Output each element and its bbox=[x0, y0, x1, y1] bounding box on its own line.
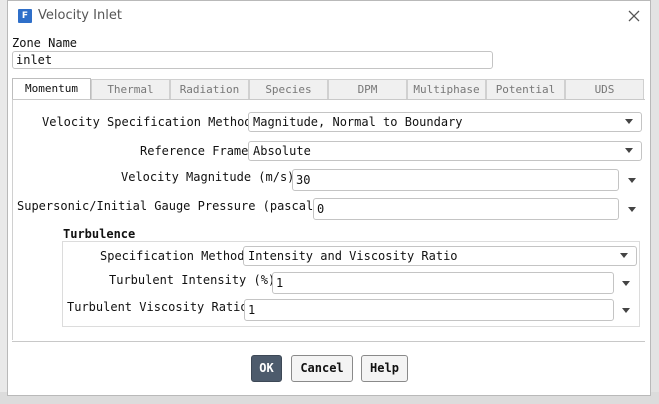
turbulent-intensity-field[interactable]: 1 bbox=[272, 272, 614, 294]
panel-border bbox=[12, 100, 13, 340]
chevron-down-icon[interactable] bbox=[620, 253, 628, 258]
tab-multiphase[interactable]: Multiphase bbox=[407, 79, 486, 99]
tab-momentum[interactable]: Momentum bbox=[12, 78, 91, 100]
chevron-down-icon[interactable] bbox=[628, 178, 636, 183]
cancel-button[interactable]: Cancel bbox=[291, 355, 353, 382]
close-icon[interactable] bbox=[626, 8, 642, 24]
velocity-magnitude-label: Velocity Magnitude (m/s) bbox=[121, 170, 295, 184]
reference-frame-label: Reference Frame bbox=[140, 144, 249, 158]
tab-underline bbox=[12, 99, 645, 100]
chevron-down-icon[interactable] bbox=[622, 281, 630, 286]
zone-name-field[interactable]: inlet bbox=[12, 51, 493, 69]
chevron-down-icon[interactable] bbox=[628, 207, 636, 212]
velocity-inlet-dialog: F Velocity Inlet Zone Name inlet Momentu… bbox=[7, 0, 651, 396]
chevron-down-icon[interactable] bbox=[625, 119, 633, 124]
help-button[interactable]: Help bbox=[361, 355, 408, 382]
tab-dpm[interactable]: DPM bbox=[328, 79, 407, 99]
tab-thermal[interactable]: Thermal bbox=[91, 79, 170, 99]
chevron-down-icon[interactable] bbox=[625, 148, 633, 153]
button-separator bbox=[12, 341, 645, 342]
velocity-method-label: Velocity Specification Method bbox=[42, 115, 252, 129]
viscosity-ratio-label: Turbulent Viscosity Ratio bbox=[67, 300, 248, 314]
chevron-down-icon[interactable] bbox=[622, 308, 630, 313]
spec-method-select[interactable]: Intensity and Viscosity Ratio bbox=[243, 246, 637, 266]
gauge-pressure-field[interactable]: 0 bbox=[313, 198, 619, 220]
tab-species[interactable]: Species bbox=[249, 79, 328, 99]
tab-radiation[interactable]: Radiation bbox=[170, 79, 249, 99]
tab-potential[interactable]: Potential bbox=[486, 79, 565, 99]
velocity-magnitude-field[interactable]: 30 bbox=[292, 169, 619, 191]
gauge-pressure-label: Supersonic/Initial Gauge Pressure (pasca… bbox=[17, 199, 321, 213]
dialog-title: Velocity Inlet bbox=[38, 8, 122, 23]
ok-button[interactable]: OK bbox=[251, 355, 282, 382]
turbulent-intensity-label: Turbulent Intensity (%) bbox=[109, 273, 276, 287]
reference-frame-select[interactable]: Absolute bbox=[248, 141, 642, 161]
velocity-method-select[interactable]: Magnitude, Normal to Boundary bbox=[248, 112, 642, 132]
tab-uds[interactable]: UDS bbox=[565, 79, 644, 99]
turbulence-title: Turbulence bbox=[63, 227, 136, 241]
zone-name-label: Zone Name bbox=[12, 36, 78, 50]
viscosity-ratio-field[interactable]: 1 bbox=[244, 299, 614, 321]
title-bar: F Velocity Inlet bbox=[8, 1, 650, 33]
fluent-app-icon: F bbox=[18, 9, 32, 23]
spec-method-label: Specification Method bbox=[100, 249, 245, 263]
tab-bar: Momentum Thermal Radiation Species DPM M… bbox=[12, 78, 645, 100]
